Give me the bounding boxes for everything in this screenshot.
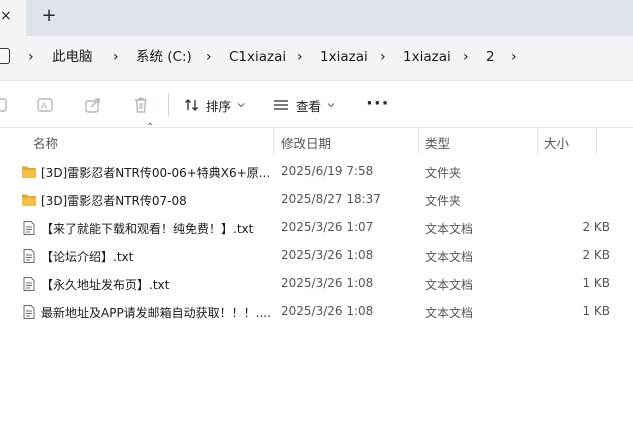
breadcrumb-item-1xiazai-2[interactable]: 1xiazai bbox=[403, 48, 451, 66]
rename-icon[interactable]: A bbox=[36, 96, 54, 114]
file-type: 文本文档 bbox=[425, 306, 474, 320]
file-name: 最新地址及APP请发邮箱自动获取！！！.... bbox=[41, 306, 271, 320]
folder-icon bbox=[22, 166, 36, 178]
file-modified: 2025/8/27 18:37 bbox=[281, 192, 381, 206]
file-row[interactable]: 【永久地址发布页】.txt 2025/3/26 1:08 文本文档 1 KB bbox=[0, 270, 633, 298]
view-button[interactable]: 查看 bbox=[272, 93, 335, 117]
chevron-right-icon[interactable]: › bbox=[28, 48, 34, 66]
file-type: 文本文档 bbox=[425, 250, 474, 264]
breadcrumb-item-c-drive[interactable]: 系统 (C:) bbox=[136, 48, 192, 66]
location-icon bbox=[0, 48, 10, 64]
file-type: 文件夹 bbox=[425, 166, 462, 180]
column-divider[interactable] bbox=[273, 128, 274, 154]
toolbar-divider bbox=[168, 93, 169, 117]
file-modified: 2025/3/26 1:08 bbox=[281, 304, 374, 318]
column-modified[interactable]: 修改日期 bbox=[281, 133, 331, 152]
file-modified: 2025/6/19 7:58 bbox=[281, 164, 374, 178]
text-file-icon bbox=[23, 305, 35, 319]
more-options-button[interactable]: ··· bbox=[366, 95, 390, 113]
file-modified: 2025/3/26 1:07 bbox=[281, 220, 374, 234]
column-divider[interactable] bbox=[537, 128, 538, 154]
svg-text:A: A bbox=[41, 101, 47, 111]
file-name: 【永久地址发布页】.txt bbox=[41, 278, 170, 292]
file-name: [3D]雷影忍者NTR传07-08 bbox=[41, 194, 187, 208]
chevron-down-icon bbox=[327, 103, 335, 108]
breadcrumb-item-2[interactable]: 2 bbox=[486, 48, 495, 66]
breadcrumb-item-1xiazai[interactable]: 1xiazai bbox=[320, 48, 368, 66]
column-divider[interactable] bbox=[596, 128, 597, 154]
folder-icon bbox=[22, 194, 36, 206]
breadcrumb-item-c1xiazai[interactable]: C1xiazai bbox=[229, 48, 286, 66]
file-modified: 2025/3/26 1:08 bbox=[281, 248, 374, 262]
text-file-icon bbox=[23, 221, 35, 235]
column-type[interactable]: 类型 bbox=[425, 133, 450, 152]
delete-icon[interactable] bbox=[132, 96, 150, 114]
breadcrumb-item-this-pc[interactable]: 此电脑 bbox=[52, 48, 93, 66]
file-size: 2 KB bbox=[582, 248, 610, 262]
column-size[interactable]: 大小 bbox=[544, 133, 569, 152]
active-tab[interactable]: × bbox=[0, 0, 26, 36]
chevron-right-icon[interactable]: › bbox=[463, 48, 469, 66]
text-file-icon bbox=[23, 249, 35, 263]
chevron-right-icon[interactable]: › bbox=[297, 48, 303, 66]
file-size: 2 KB bbox=[582, 220, 610, 234]
text-file-icon bbox=[23, 277, 35, 291]
sort-icon bbox=[185, 99, 198, 111]
new-tab-button[interactable]: + bbox=[38, 6, 60, 28]
sort-ascending-icon: ⌃ bbox=[146, 122, 155, 133]
sort-button[interactable]: 排序 bbox=[184, 93, 245, 117]
view-list-icon bbox=[274, 100, 288, 110]
file-name: 【论坛介绍】.txt bbox=[41, 250, 134, 264]
file-row[interactable]: [3D]雷影忍者NTR传07-08 2025/8/27 18:37 文件夹 bbox=[0, 186, 633, 214]
chevron-right-icon[interactable]: › bbox=[380, 48, 386, 66]
file-name: 【来了就能下载和观看！纯免费！】.txt bbox=[41, 222, 254, 236]
file-row[interactable]: 最新地址及APP请发邮箱自动获取！！！.... 2025/3/26 1:08 文… bbox=[0, 298, 633, 326]
file-type: 文本文档 bbox=[425, 278, 474, 292]
chevron-right-icon[interactable]: › bbox=[511, 48, 517, 66]
file-size: 1 KB bbox=[582, 276, 610, 290]
file-row[interactable]: 【论坛介绍】.txt 2025/3/26 1:08 文本文档 2 KB bbox=[0, 242, 633, 270]
chevron-down-icon bbox=[237, 103, 245, 108]
share-icon[interactable] bbox=[84, 96, 102, 114]
tab-strip: × + bbox=[0, 0, 633, 36]
sort-label: 排序 bbox=[206, 98, 232, 114]
file-modified: 2025/3/26 1:08 bbox=[281, 276, 374, 290]
file-row[interactable]: [3D]雷影忍者NTR传00-06+特典X6+原... 2025/6/19 7:… bbox=[0, 158, 633, 186]
column-header: ⌃ 名称 修改日期 类型 大小 bbox=[0, 123, 633, 154]
file-row[interactable]: 【来了就能下载和观看！纯免费！】.txt 2025/3/26 1:07 文本文档… bbox=[0, 214, 633, 242]
file-type: 文件夹 bbox=[425, 194, 462, 208]
column-divider[interactable] bbox=[418, 128, 419, 154]
address-bar: › 此电脑 › 系统 (C:) › C1xiazai › 1xiazai › 1… bbox=[0, 36, 633, 80]
file-type: 文本文档 bbox=[425, 222, 474, 236]
close-tab-icon[interactable]: × bbox=[0, 7, 18, 25]
view-label: 查看 bbox=[296, 98, 322, 114]
copy-icon[interactable] bbox=[0, 96, 10, 114]
file-name: [3D]雷影忍者NTR传00-06+特典X6+原... bbox=[41, 166, 271, 180]
chevron-right-icon[interactable]: › bbox=[113, 48, 119, 66]
file-size: 1 KB bbox=[582, 304, 610, 318]
command-bar: A 排序 查看 ··· bbox=[0, 80, 633, 128]
column-name[interactable]: 名称 bbox=[33, 133, 58, 152]
chevron-right-icon[interactable]: › bbox=[206, 48, 212, 66]
